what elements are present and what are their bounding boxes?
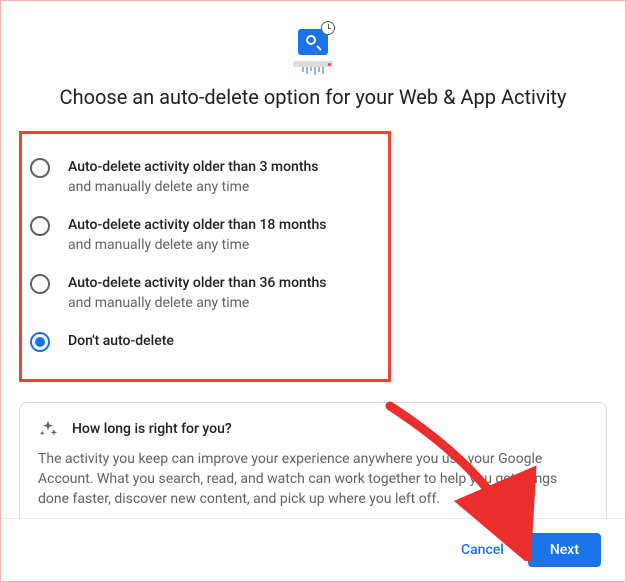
option-label: Auto-delete activity older than 18 month… xyxy=(68,215,380,235)
dialog-footer: Cancel Next xyxy=(1,518,625,581)
options-highlight-box: Auto-delete activity older than 3 months… xyxy=(19,131,391,382)
option-sublabel: and manually delete any time xyxy=(68,177,380,197)
option-18-months[interactable]: Auto-delete activity older than 18 month… xyxy=(26,206,380,264)
option-sublabel: and manually delete any time xyxy=(68,235,380,255)
option-dont-auto-delete[interactable]: Don't auto-delete xyxy=(26,322,380,361)
info-title: How long is right for you? xyxy=(72,421,232,437)
radio-icon-selected xyxy=(30,332,50,352)
radio-icon xyxy=(30,216,50,236)
option-label: Don't auto-delete xyxy=(68,331,380,351)
radio-icon xyxy=(30,158,50,178)
info-body: The activity you keep can improve your e… xyxy=(38,449,588,509)
option-3-months[interactable]: Auto-delete activity older than 3 months… xyxy=(26,148,380,206)
info-card: How long is right for you? The activity … xyxy=(19,402,607,526)
page-title: Choose an auto-delete option for your We… xyxy=(19,85,607,131)
radio-icon xyxy=(30,274,50,294)
clock-icon xyxy=(321,21,335,35)
option-sublabel: and manually delete any time xyxy=(68,293,380,313)
next-button[interactable]: Next xyxy=(528,533,601,567)
option-label: Auto-delete activity older than 3 months xyxy=(68,157,380,177)
cancel-button[interactable]: Cancel xyxy=(449,533,516,567)
option-36-months[interactable]: Auto-delete activity older than 36 month… xyxy=(26,264,380,322)
option-label: Auto-delete activity older than 36 month… xyxy=(68,273,380,293)
header-illustration xyxy=(19,11,607,85)
sparkle-icon xyxy=(38,419,58,439)
